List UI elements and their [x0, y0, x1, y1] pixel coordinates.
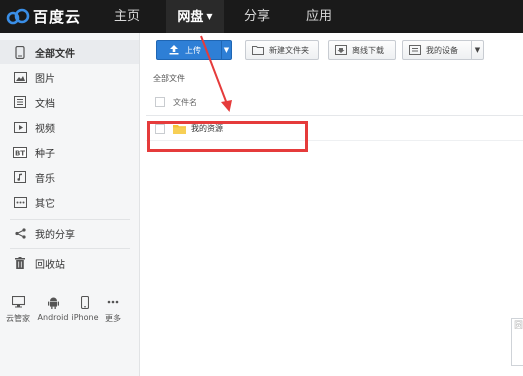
- chevron-down-icon[interactable]: ▼: [222, 46, 231, 54]
- file-browser: 上传 ▼ 新建文件夹 离线下载 我的设备 ▼ 全部文件 文件名 我的资源: [141, 33, 523, 376]
- device-label: iPhone: [71, 313, 99, 322]
- upload-label: 上传: [185, 45, 201, 55]
- sidebar-item-music[interactable]: 音乐: [0, 165, 139, 189]
- video-icon: [13, 120, 27, 134]
- nav-home-label: 主页: [113, 9, 140, 24]
- chevron-down-icon: ▼: [206, 12, 213, 21]
- cloud-logo-icon: [6, 8, 30, 25]
- watermark-badge: 圆: [511, 318, 523, 366]
- sidebar-item-documents[interactable]: 文档: [0, 90, 139, 114]
- nav-home[interactable]: 主页: [102, 0, 152, 33]
- sidebar-item-label: 其它: [35, 198, 55, 210]
- more-icon: [13, 195, 27, 209]
- annotation-highlight-box: [147, 121, 308, 152]
- sidebar-item-label: 图片: [35, 73, 55, 85]
- sidebar-item-videos[interactable]: 视频: [0, 115, 139, 139]
- image-icon: [13, 70, 27, 84]
- logo-text: 百度云: [33, 7, 82, 26]
- device-label: 云管家: [6, 314, 30, 323]
- device-cloud-manager[interactable]: 云管家: [1, 295, 35, 324]
- sidebar: 全部文件 图片 文档 视频 BT 种子 音乐 其它 我的分享 回收站 云管家 A…: [0, 33, 140, 376]
- new-folder-icon: [252, 45, 264, 55]
- sidebar-item-images[interactable]: 图片: [0, 65, 139, 89]
- offline-download-label: 离线下载: [352, 45, 384, 55]
- svg-text:BT: BT: [15, 149, 25, 157]
- nav-share[interactable]: 分享: [232, 0, 282, 33]
- logo[interactable]: 百度云: [6, 4, 81, 28]
- device-more[interactable]: 更多: [96, 295, 130, 324]
- document-icon: [13, 95, 27, 109]
- nav-apps-label: 应用: [305, 9, 332, 24]
- nav-netdisk[interactable]: 网盘 ▼: [166, 0, 224, 33]
- device-label: Android: [37, 313, 69, 322]
- trash-icon: [13, 256, 27, 270]
- phone-icon: [13, 45, 27, 59]
- top-nav-bar: 百度云 主页 网盘 ▼ 分享 应用: [0, 0, 523, 33]
- android-icon: [36, 295, 70, 309]
- sidebar-divider: [10, 248, 130, 249]
- new-folder-label: 新建文件夹: [269, 45, 309, 55]
- download-icon: [335, 45, 347, 55]
- upload-icon: [169, 45, 179, 55]
- nav-apps[interactable]: 应用: [294, 0, 344, 33]
- sidebar-item-label: 种子: [35, 148, 55, 160]
- offline-download-button[interactable]: 离线下载: [328, 40, 396, 60]
- column-header-filename[interactable]: 文件名: [173, 97, 197, 108]
- my-devices-button[interactable]: 我的设备 ▼: [402, 40, 484, 60]
- sidebar-item-label: 我的分享: [35, 229, 75, 241]
- sidebar-item-my-share[interactable]: 我的分享: [0, 221, 139, 245]
- sidebar-item-label: 回收站: [35, 259, 65, 271]
- upload-button[interactable]: 上传 ▼: [156, 40, 232, 60]
- chevron-down-icon[interactable]: ▼: [471, 41, 483, 59]
- sidebar-item-all-files[interactable]: 全部文件: [0, 40, 139, 64]
- select-all-checkbox[interactable]: [155, 97, 165, 107]
- sidebar-item-torrents[interactable]: BT 种子: [0, 140, 139, 164]
- my-devices-label: 我的设备: [426, 45, 458, 55]
- sidebar-divider: [10, 219, 130, 220]
- new-folder-button[interactable]: 新建文件夹: [245, 40, 319, 60]
- sidebar-item-others[interactable]: 其它: [0, 190, 139, 214]
- app-window: 百度云 主页 网盘 ▼ 分享 应用 全部文件 图片 文档 视频 BT 种子 音乐…: [0, 0, 523, 376]
- ellipsis-icon: [96, 295, 130, 309]
- sidebar-item-label: 文档: [35, 98, 55, 110]
- watermark-text: 圆: [513, 321, 523, 331]
- device-icon: [409, 45, 421, 55]
- music-icon: [13, 170, 27, 184]
- upload-main[interactable]: 上传: [157, 41, 221, 59]
- breadcrumb[interactable]: 全部文件: [153, 73, 185, 84]
- sidebar-item-label: 音乐: [35, 173, 55, 185]
- sidebar-item-recycle-bin[interactable]: 回收站: [0, 251, 139, 275]
- sidebar-item-label: 视频: [35, 123, 55, 135]
- monitor-icon: [1, 295, 35, 309]
- nav-netdisk-label: 网盘: [177, 10, 204, 25]
- file-list-header: 文件名: [146, 89, 523, 116]
- nav-share-label: 分享: [243, 9, 270, 24]
- share-icon: [13, 226, 27, 240]
- torrent-icon: BT: [13, 145, 27, 159]
- device-android[interactable]: Android: [36, 295, 70, 322]
- sidebar-item-label: 全部文件: [35, 48, 75, 60]
- device-label: 更多: [105, 314, 121, 323]
